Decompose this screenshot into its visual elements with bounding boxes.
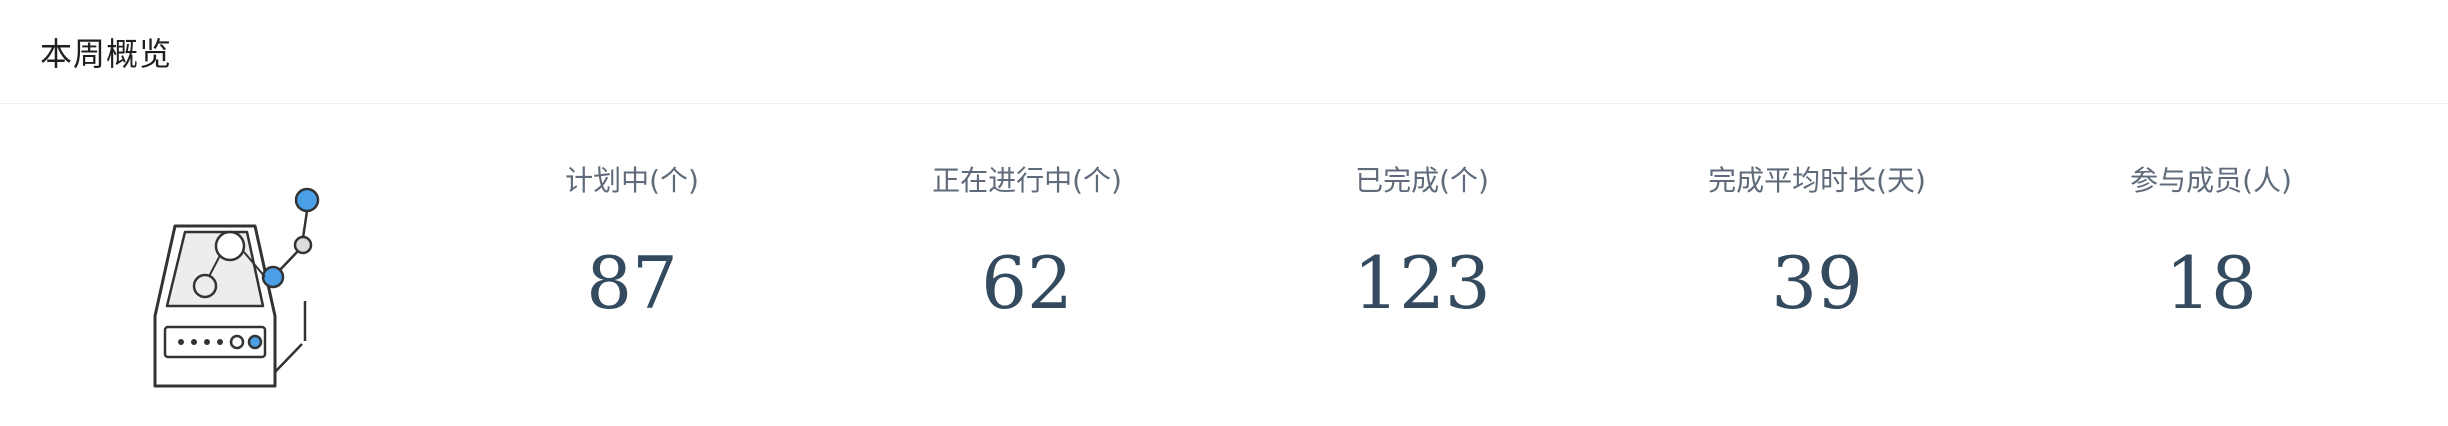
stat-label: 参与成员(人) xyxy=(2130,164,2292,197)
stat-label: 完成平均时长(天) xyxy=(1708,164,1926,197)
card-header: 本周概览 xyxy=(0,0,2448,104)
weekly-overview-card: 本周概览 计划中(个) 87 正在进行中(个) 62 已完成(个) 123 完成… xyxy=(0,0,2448,426)
stat-label: 计划中(个) xyxy=(565,164,699,197)
stat-value: 87 xyxy=(586,241,678,325)
stat-in-progress: 正在进行中(个) 62 xyxy=(847,156,1207,326)
server-network-icon xyxy=(145,174,345,394)
stat-completed: 已完成(个) 123 xyxy=(1242,156,1602,326)
stat-label: 正在进行中(个) xyxy=(932,164,1122,197)
card-body: 计划中(个) 87 正在进行中(个) 62 已完成(个) 123 完成平均时长(… xyxy=(0,104,2448,426)
stat-value: 123 xyxy=(1353,241,1491,325)
stat-value: 18 xyxy=(2165,241,2257,325)
stat-value: 62 xyxy=(981,241,1073,325)
stat-avg-duration: 完成平均时长(天) 39 xyxy=(1637,156,1997,326)
stat-members: 参与成员(人) 18 xyxy=(2031,156,2391,326)
card-title: 本周概览 xyxy=(40,34,173,73)
stat-value: 39 xyxy=(1771,241,1863,325)
stat-label: 已完成(个) xyxy=(1355,164,1489,197)
stat-planned: 计划中(个) 87 xyxy=(452,156,812,326)
